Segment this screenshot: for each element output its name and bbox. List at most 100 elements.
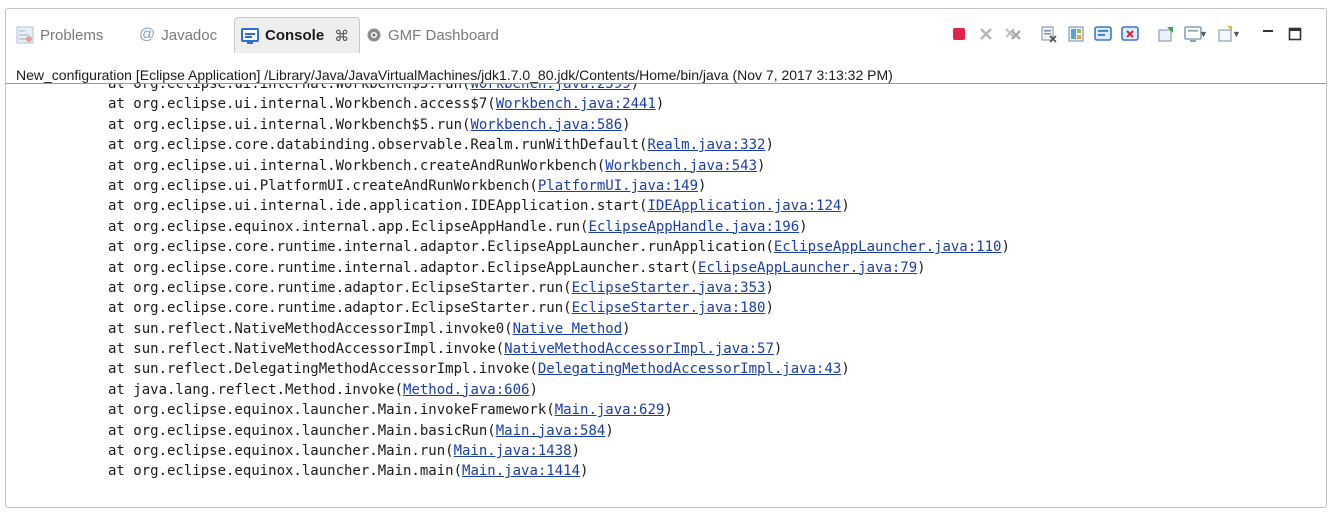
stack-trace-line: at org.eclipse.core.runtime.internal.ada…: [108, 258, 1010, 278]
console-icon: [241, 27, 259, 44]
source-link[interactable]: Main.java:584: [496, 423, 606, 439]
console-view: Problems @ Javadoc Console ⌘ GMF Dashboa…: [5, 8, 1327, 508]
scroll-lock-icon[interactable]: [1065, 24, 1087, 44]
stack-frame-text: at org.eclipse.ui.internal.Workbench$5.r…: [108, 84, 471, 92]
source-link[interactable]: Realm.java:332: [647, 137, 765, 153]
console-toolbar: ▼ ▼: [943, 23, 1306, 45]
stack-trace-line: at org.eclipse.equinox.launcher.Main.run…: [108, 441, 1010, 461]
source-link[interactable]: Workbench.java:2441: [496, 96, 656, 112]
stack-trace-line: at org.eclipse.core.runtime.adaptor.Ecli…: [108, 298, 1010, 318]
stack-frame-close: ): [622, 116, 631, 133]
tab-problems[interactable]: Problems: [16, 17, 103, 53]
source-link[interactable]: Workbench.java:586: [470, 117, 622, 133]
stack-frame-close: ): [698, 177, 707, 194]
stack-frame-text: at org.eclipse.core.runtime.adaptor.Ecli…: [108, 279, 572, 296]
stack-trace-line: at java.lang.reflect.Method.invoke(Metho…: [108, 380, 1010, 400]
chevron-down-icon: ▼: [1232, 29, 1241, 39]
source-link[interactable]: Workbench.java:2599: [470, 84, 630, 92]
tab-label: Problems: [40, 26, 104, 44]
stack-trace-line: at org.eclipse.core.runtime.internal.ada…: [108, 237, 1010, 257]
stack-trace-line: at org.eclipse.ui.internal.Workbench.cre…: [108, 156, 1010, 176]
stack-frame-close: ): [765, 279, 774, 296]
stack-frame-text: at sun.reflect.NativeMethodAccessorImpl.…: [108, 341, 505, 358]
stack-frame-close: ): [841, 361, 850, 378]
stack-frame-text: at sun.reflect.NativeMethodAccessorImpl.…: [108, 320, 513, 337]
stack-frame-text: at org.eclipse.equinox.internal.app.Ecli…: [108, 218, 589, 235]
stack-frame-text: at org.eclipse.ui.PlatformUI.createAndRu…: [108, 177, 538, 194]
source-link[interactable]: PlatformUI.java:149: [538, 178, 698, 194]
tab-label: Javadoc: [161, 26, 218, 44]
console-output[interactable]: at org.eclipse.ui.internal.Workbench$5.r…: [6, 84, 1326, 507]
gmf-dashboard-icon: [366, 27, 382, 43]
stack-frame-text: at org.eclipse.equinox.launcher.Main.run…: [108, 443, 454, 460]
stack-frame-text: at org.eclipse.core.databinding.observab…: [108, 137, 648, 154]
source-link[interactable]: DelegatingMethodAccessorImpl.java:43: [538, 361, 841, 377]
stack-frame-close: ): [622, 320, 631, 337]
stack-trace-line: at org.eclipse.equinox.launcher.Main.bas…: [108, 421, 1010, 441]
stack-trace-line: at org.eclipse.ui.internal.Workbench.acc…: [108, 94, 1010, 114]
stack-trace-line: at org.eclipse.equinox.launcher.Main.inv…: [108, 400, 1010, 420]
stack-frame-close: ): [630, 84, 640, 92]
source-link[interactable]: Native Method: [513, 321, 623, 337]
stack-frame-close: ): [917, 259, 926, 276]
tab-label: Console: [265, 27, 325, 44]
problems-icon: [16, 26, 34, 44]
source-link[interactable]: Workbench.java:543: [605, 158, 757, 174]
source-link[interactable]: EclipseAppHandle.java:196: [588, 219, 799, 235]
tab-label: GMF Dashboard: [388, 26, 499, 44]
source-link[interactable]: EclipseAppLauncher.java:110: [774, 239, 1002, 255]
source-link[interactable]: EclipseStarter.java:180: [572, 300, 766, 316]
maximize-icon[interactable]: [1284, 24, 1306, 44]
stack-frame-text: at org.eclipse.equinox.launcher.Main.inv…: [108, 402, 555, 419]
tab-javadoc[interactable]: @ Javadoc: [139, 17, 217, 53]
stack-frame-close: ): [841, 198, 850, 215]
terminate-icon[interactable]: [948, 24, 970, 44]
open-console-icon[interactable]: ▼: [1215, 24, 1243, 44]
stack-trace-line: at sun.reflect.DelegatingMethodAccessorI…: [108, 359, 1010, 379]
stack-frame-text: at org.eclipse.ui.internal.ide.applicati…: [108, 198, 648, 215]
stack-frame-close: ): [1001, 239, 1010, 256]
source-link[interactable]: EclipseAppLauncher.java:79: [698, 260, 917, 276]
source-link[interactable]: Main.java:1438: [454, 443, 572, 459]
stack-frame-close: ): [765, 300, 774, 317]
stack-frame-text: at sun.reflect.DelegatingMethodAccessorI…: [108, 361, 538, 378]
stack-frame-close: ): [580, 463, 589, 480]
show-console-on-output-icon[interactable]: [1119, 24, 1141, 44]
pin-console-icon[interactable]: [1155, 24, 1177, 44]
remove-launch-icon[interactable]: [975, 24, 997, 44]
stack-frame-close: ): [571, 443, 581, 460]
stack-frame-text: at org.eclipse.core.runtime.internal.ada…: [108, 239, 774, 256]
source-link[interactable]: Method.java:606: [403, 382, 529, 398]
source-link[interactable]: IDEApplication.java:124: [647, 198, 841, 214]
word-wrap-icon[interactable]: [1092, 24, 1114, 44]
stack-trace-line: at sun.reflect.NativeMethodAccessorImpl.…: [108, 319, 1010, 339]
source-link[interactable]: Main.java:629: [555, 402, 665, 418]
source-link[interactable]: NativeMethodAccessorImpl.java:57: [504, 341, 774, 357]
stack-frame-text: at org.eclipse.ui.internal.Workbench$5.r…: [108, 116, 471, 133]
chevron-down-icon: ▼: [1199, 29, 1208, 39]
display-selected-console-icon[interactable]: ▼: [1182, 24, 1210, 44]
tab-console[interactable]: Console ⌘: [234, 17, 360, 53]
stack-trace: at org.eclipse.ui.internal.Workbench$5.r…: [108, 84, 1010, 482]
stack-frame-text: at org.eclipse.core.runtime.adaptor.Ecli…: [108, 300, 572, 317]
stack-frame-close: ): [529, 381, 538, 398]
view-tab-bar: Problems @ Javadoc Console ⌘ GMF Dashboa…: [6, 9, 1326, 67]
stack-trace-line: at org.eclipse.core.runtime.adaptor.Ecli…: [108, 278, 1010, 298]
clear-console-icon[interactable]: [1038, 24, 1060, 44]
stack-frame-close: ): [765, 137, 774, 154]
stack-trace-line: at org.eclipse.equinox.launcher.Main.mai…: [108, 461, 1010, 481]
stack-frame-text: at org.eclipse.ui.internal.Workbench.acc…: [108, 96, 496, 113]
stack-frame-text: at org.eclipse.equinox.launcher.Main.bas…: [108, 422, 496, 439]
remove-all-terminated-icon[interactable]: [1002, 24, 1024, 44]
tab-gmf-dashboard[interactable]: GMF Dashboard: [366, 17, 499, 53]
source-link[interactable]: Main.java:1414: [462, 463, 580, 479]
stack-frame-close: ): [605, 422, 614, 439]
stack-trace-line: at org.eclipse.ui.internal.Workbench$5.r…: [108, 115, 1010, 135]
stack-frame-text: at org.eclipse.ui.internal.Workbench.cre…: [108, 157, 606, 174]
stack-trace-line: at org.eclipse.ui.internal.Workbench$5.r…: [108, 84, 1010, 94]
stack-frame-close: ): [773, 341, 783, 358]
source-link[interactable]: EclipseStarter.java:353: [572, 280, 766, 296]
close-icon[interactable]: ⌘: [334, 27, 349, 45]
stack-trace-line: at org.eclipse.core.databinding.observab…: [108, 135, 1010, 155]
minimize-icon[interactable]: [1257, 24, 1279, 44]
